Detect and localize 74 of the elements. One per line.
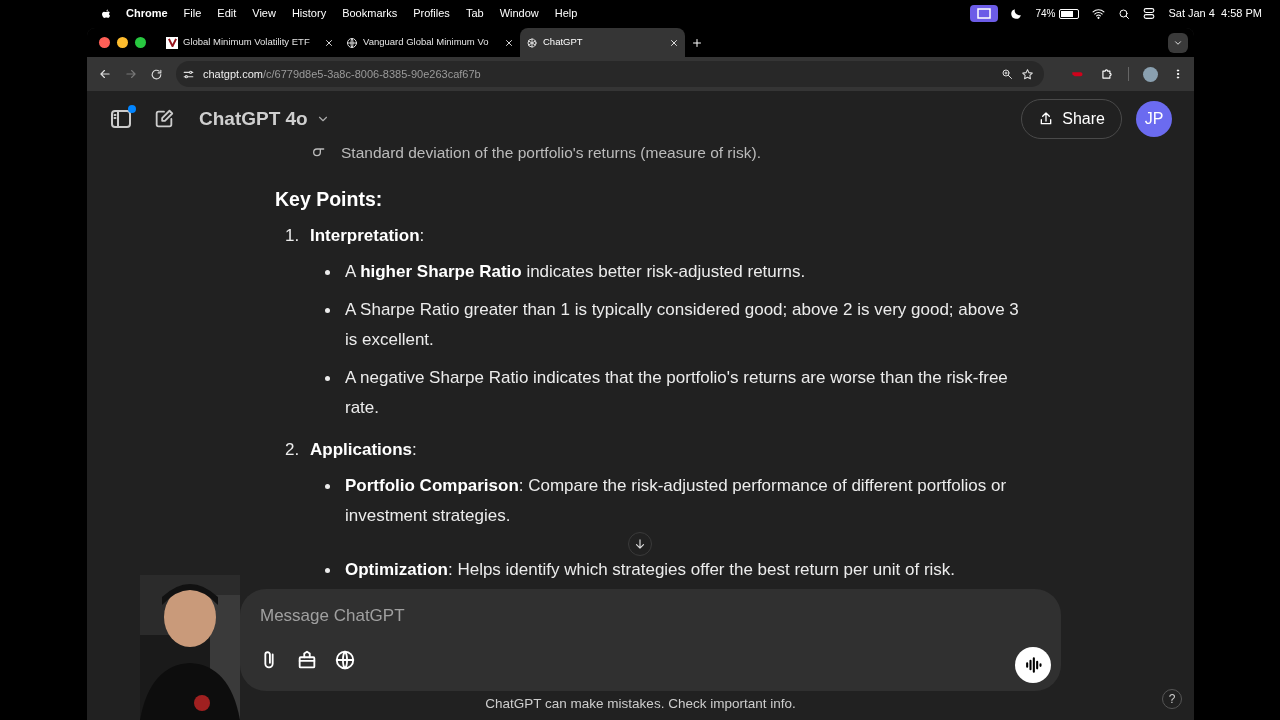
back-icon[interactable] xyxy=(98,67,112,81)
profile-avatar[interactable] xyxy=(1143,66,1158,82)
screen-share-icon[interactable] xyxy=(970,5,999,22)
bullet-text: Portfolio Comparison: Compare the risk-adjusted performance of different portfolios or investment strategies. xyxy=(345,475,1008,527)
section-heading: Key Points: xyxy=(275,187,384,212)
user-avatar[interactable]: JP xyxy=(1136,101,1172,137)
browser-tab[interactable]: Vanguard Global Minimum Vo xyxy=(340,28,520,57)
sidebar-icon xyxy=(109,107,133,131)
address-bar[interactable]: chatgpt.com/c/6779d8e5-3a8c-8006-8385-90e263caf67b xyxy=(176,61,1044,87)
bullet-icon xyxy=(325,375,330,381)
list-item-title: Interpretation: xyxy=(310,225,425,247)
menu-item[interactable]: Profiles xyxy=(413,5,450,22)
app-menu[interactable]: Chrome xyxy=(126,5,168,22)
list-number: 1. xyxy=(285,225,301,247)
new-chat-icon[interactable] xyxy=(153,108,175,130)
bullet-icon xyxy=(325,269,330,275)
close-tab-icon[interactable] xyxy=(504,37,514,48)
puzzle-icon[interactable] xyxy=(1100,67,1114,81)
zoom-window-button[interactable] xyxy=(135,37,146,48)
new-tab-icon[interactable] xyxy=(691,36,703,49)
globe-icon xyxy=(346,36,358,49)
zoom-icon[interactable] xyxy=(1001,68,1013,80)
menu-item[interactable]: File xyxy=(183,5,202,22)
bullet-icon xyxy=(325,483,330,489)
menu-bar-clock: Sat Jan 4 4:58 PM xyxy=(1168,6,1262,22)
tab-title: ChatGPT xyxy=(543,35,584,50)
sidebar-toggle-button[interactable] xyxy=(109,107,133,131)
menu-item[interactable]: History xyxy=(291,5,327,22)
bullet-icon xyxy=(325,567,330,573)
chatgpt-logo-icon xyxy=(526,36,538,49)
list-item-title: Applications: xyxy=(310,439,417,461)
minimize-window-button[interactable] xyxy=(117,37,128,48)
bookmark-star-icon[interactable] xyxy=(1021,67,1034,81)
menu-item[interactable]: Bookmarks xyxy=(342,5,398,22)
browser-tab[interactable]: ChatGPT xyxy=(520,28,685,57)
tab-search-button[interactable] xyxy=(1168,32,1188,53)
close-window-button[interactable] xyxy=(99,37,110,48)
bullet-text: Optimization: Helps identify which strategies offer the best return per unit of risk. xyxy=(345,559,957,581)
scroll-down-button[interactable] xyxy=(628,532,652,556)
v-logo-icon xyxy=(166,36,178,49)
disclaimer-text: ChatGPT can make mistakes. Check important info. xyxy=(485,695,796,713)
message-composer[interactable]: Message ChatGPT xyxy=(240,589,1061,691)
browser-tab[interactable]: Global Minimum Volatility ETF xyxy=(160,28,340,57)
battery-icon[interactable] xyxy=(1059,8,1080,19)
menu-item[interactable]: Edit xyxy=(217,5,237,22)
bullet-icon xyxy=(325,307,330,313)
search-icon[interactable] xyxy=(1118,7,1131,20)
message-input[interactable]: Message ChatGPT xyxy=(260,599,960,633)
menu-item[interactable]: Help xyxy=(554,5,578,22)
url-text: chatgpt.com/c/6779d8e5-3a8c-8006-8385-90e263caf67b xyxy=(203,66,482,82)
tab-title: Vanguard Global Minimum Vo xyxy=(363,35,490,50)
reload-icon[interactable] xyxy=(150,67,163,81)
toolbox-icon[interactable] xyxy=(296,649,318,671)
bullet-text: A negative Sharpe Ratio indicates that the portfolio's returns are worse than the risk-free rate. xyxy=(345,367,1009,419)
close-tab-icon[interactable] xyxy=(669,37,679,48)
control-center-icon[interactable] xyxy=(1142,7,1157,20)
model-selector[interactable]: ChatGPT 4o xyxy=(199,104,330,134)
menu-item[interactable]: View xyxy=(252,5,276,22)
globe-icon[interactable] xyxy=(334,649,356,671)
close-tab-icon[interactable] xyxy=(324,37,334,48)
waveform-icon xyxy=(1023,655,1043,675)
definition-text: Standard deviation of the portfolio's returns (measure of risk). xyxy=(341,143,761,163)
bullet-text: A higher Sharpe Ratio indicates better risk-adjusted returns. xyxy=(345,261,807,283)
forward-icon[interactable] xyxy=(124,67,138,81)
battery-percent: 74% xyxy=(1035,7,1056,21)
arrow-down-icon xyxy=(633,537,647,551)
menu-item[interactable]: Window xyxy=(499,5,539,22)
tab-title: Global Minimum Volatility ETF xyxy=(183,35,311,50)
wifi-icon[interactable] xyxy=(1091,7,1107,20)
bullet-text: A Sharpe Ratio greater than 1 is typically considered good; above 2 is very good; above 3 is excellent. xyxy=(345,299,1020,351)
menu-item[interactable]: Tab xyxy=(465,5,484,22)
list-number: 2. xyxy=(285,439,301,461)
voice-mode-button[interactable] xyxy=(1015,647,1051,683)
moon-icon[interactable] xyxy=(1010,7,1024,20)
